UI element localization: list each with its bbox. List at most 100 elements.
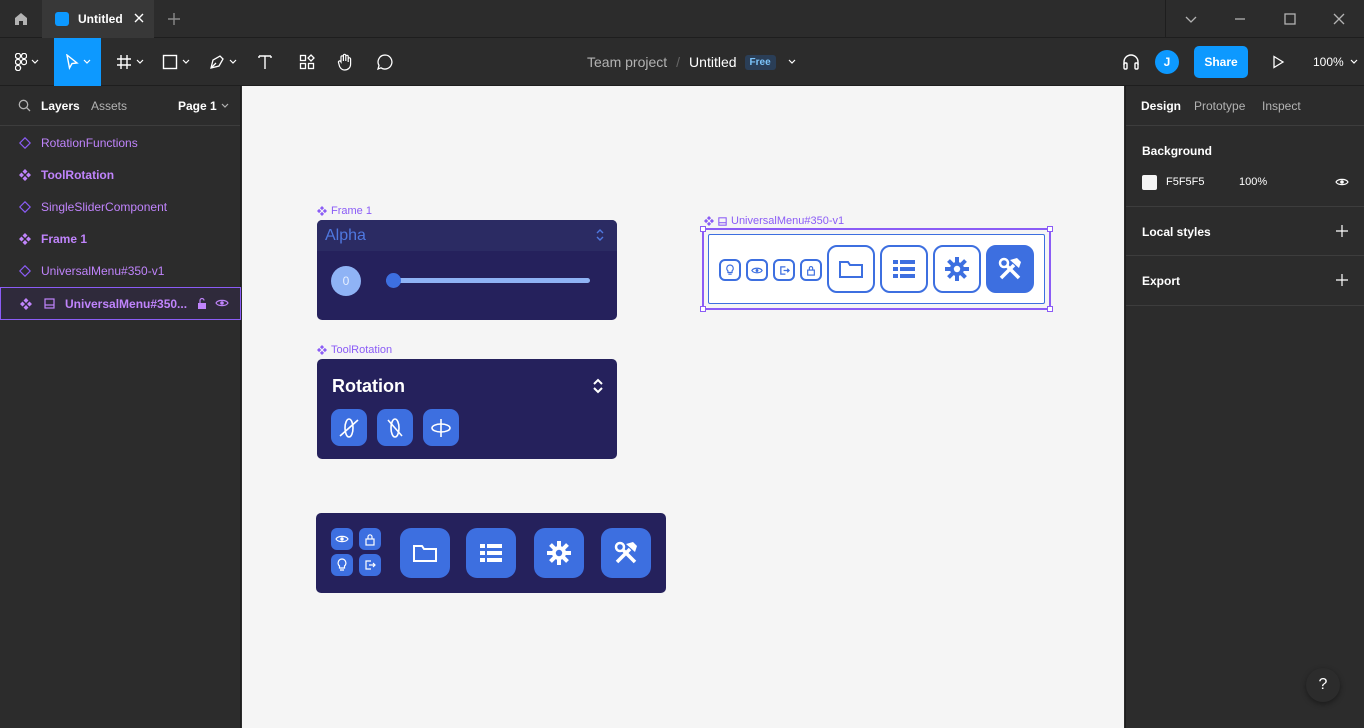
tab-assets[interactable]: Assets [91,99,127,113]
zoom-dropdown[interactable]: 100% [1313,38,1358,86]
frame1-label[interactable]: Frame 1 [317,205,372,217]
exit-button[interactable] [359,554,381,576]
chevron-down-icon [1350,59,1358,64]
toolrotation-label[interactable]: ToolRotation [317,344,392,356]
tools-button[interactable] [601,528,651,578]
rotate-x-button[interactable] [331,409,367,446]
universal-menu-light[interactable] [708,234,1045,304]
layer-singlesliderComponent[interactable]: SingleSliderComponent [0,191,241,223]
visibility-eye-icon[interactable] [215,298,229,308]
layer-frame-1[interactable]: Frame 1 [0,223,241,255]
exit-button[interactable] [773,259,795,281]
file-title-area: Team project / Untitled Free [587,38,796,86]
tab-inspect[interactable]: Inspect [1262,99,1301,113]
local-styles-title: Local styles [1142,225,1211,239]
hint-button[interactable] [331,554,353,576]
rotate-y-button[interactable] [377,409,413,446]
tab-layers[interactable]: Layers [41,99,80,113]
layer-toolrotation[interactable]: ToolRotation [0,159,241,191]
shape-tool-button[interactable] [158,38,194,86]
new-tab-plus-icon[interactable] [166,11,182,27]
file-name[interactable]: Untitled [689,54,736,70]
universal-menu-label[interactable]: UniversalMenu#350-v1 [704,215,844,227]
comment-tool-button[interactable] [372,38,398,86]
layer-label: Frame 1 [41,232,88,246]
search-icon[interactable] [18,99,31,112]
settings-button[interactable] [534,528,584,578]
share-button[interactable]: Share [1194,46,1248,78]
exit-icon [779,265,790,275]
main-menu-button[interactable] [8,38,46,86]
present-button[interactable] [1268,38,1288,86]
resize-handle-bl[interactable] [700,306,706,312]
resize-handle-br[interactable] [1047,306,1053,312]
export-title: Export [1142,274,1181,288]
lightbulb-icon [726,264,734,275]
text-tool-button[interactable] [252,38,278,86]
list-button[interactable] [880,245,928,293]
sort-chevrons-icon[interactable] [592,376,604,396]
hint-button[interactable] [719,259,741,281]
window-close-icon[interactable] [1314,0,1364,38]
background-color-swatch[interactable] [1142,175,1157,190]
frame-tool-button[interactable] [112,38,148,86]
alpha-title: Alpha [325,227,366,244]
rotate-y-axis-icon [387,417,403,438]
audio-headphones-button[interactable] [1120,38,1142,86]
component-icon [317,206,327,216]
toolrotation-component[interactable]: Rotation [317,359,617,459]
selection-outline[interactable] [700,226,1053,312]
tab-dropdown-chevron-icon[interactable] [1165,0,1215,38]
project-name[interactable]: Team project [587,54,667,70]
universal-menu-label-text: UniversalMenu#350-v1 [731,215,845,227]
layer-universalmenu-v1[interactable]: UniversalMenu#350-v1 [0,255,241,287]
folder-button[interactable] [400,528,450,578]
lock-button[interactable] [359,528,381,550]
move-tool-button[interactable] [54,38,101,86]
visibility-button[interactable] [331,528,353,550]
background-opacity-input[interactable]: 100% [1239,176,1267,188]
component-set-icon [19,137,31,149]
file-tab[interactable]: Untitled [42,0,154,38]
resize-handle-tl[interactable] [700,226,706,232]
list-icon [893,260,915,278]
canvas[interactable]: Frame 1 Alpha 0 ToolRotation Rotation Un… [242,86,1124,728]
slider-thumb[interactable] [386,273,401,288]
tools-button[interactable] [986,245,1034,293]
visibility-button[interactable] [746,259,768,281]
resize-handle-tr[interactable] [1047,226,1053,232]
maximize-icon[interactable] [1265,0,1315,38]
settings-button[interactable] [933,245,981,293]
lock-button[interactable] [800,259,822,281]
add-style-plus-icon[interactable] [1336,225,1348,237]
tab-design[interactable]: Design [1141,99,1181,113]
file-menu-chevron-icon[interactable] [788,59,796,65]
alpha-header[interactable]: Alpha [317,220,617,251]
frame1-slider-component[interactable]: Alpha 0 [317,220,617,320]
layer-universalmenu-selected[interactable]: UniversalMenu#350... [0,287,241,320]
resources-tool-button[interactable] [294,38,320,86]
home-button[interactable] [0,0,42,38]
visibility-eye-icon[interactable] [1335,177,1349,187]
background-hex-input[interactable]: F5F5F5 [1166,176,1205,188]
universal-menu-dark[interactable] [316,513,666,593]
pen-tool-button[interactable] [205,38,241,86]
page-selector[interactable]: Page 1 [178,99,229,113]
hand-tool-button[interactable] [332,38,358,86]
layer-rotationfunctions[interactable]: RotationFunctions [0,127,241,159]
add-export-plus-icon[interactable] [1336,274,1348,286]
unlock-icon[interactable] [196,297,208,310]
close-tab-icon[interactable] [132,11,146,25]
figma-file-icon [55,12,69,26]
rotate-z-button[interactable] [423,409,459,446]
background-section: Background F5F5F5 100% [1126,126,1364,207]
minimize-icon[interactable] [1215,0,1265,38]
help-button[interactable]: ? [1306,668,1340,702]
folder-button[interactable] [827,245,875,293]
user-avatar[interactable]: J [1155,50,1179,74]
list-button[interactable] [466,528,516,578]
folder-icon [413,545,437,562]
tab-prototype[interactable]: Prototype [1194,99,1245,113]
comment-icon [377,54,393,71]
slider-track[interactable] [386,273,590,288]
